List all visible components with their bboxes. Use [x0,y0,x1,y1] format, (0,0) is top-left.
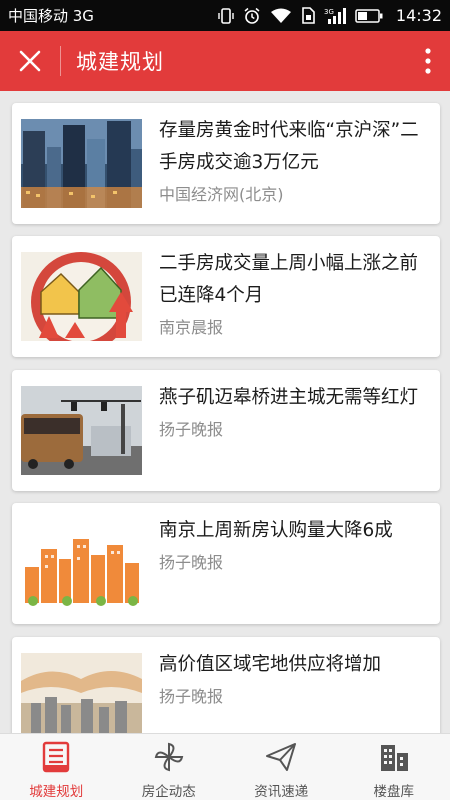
sim-icon [301,7,315,24]
article-thumbnail-house-arrows [21,252,142,341]
battery-icon [355,8,383,23]
document-list-icon [39,740,73,774]
wifi-icon [270,8,292,24]
article-card[interactable]: 高价值区域宅地供应将增加 扬子晚报 [12,637,440,733]
article-card[interactable]: 存量房黄金时代来临“京沪深”二手房成交逾3万亿元 中国经济网(北京) [12,103,440,224]
buildings-icon [377,740,411,774]
tab-label: 城建规划 [29,784,84,800]
article-thumbnail-orange-buildings [21,519,142,608]
article-thumbnail-city [21,119,142,208]
app-bar: 城建规划 [0,31,450,91]
page-title: 城建规划 [76,50,164,74]
article-thumbnail-traffic [21,386,142,475]
tab-label: 楼盘库 [373,784,415,800]
article-title: 存量房黄金时代来临“京沪深”二手房成交逾3万亿元 [159,120,419,173]
alarm-icon [243,7,261,25]
article-source: 扬子晚报 [159,553,224,572]
signal-3g-icon: 3G [324,7,346,25]
status-bar: 中国移动 3G 3G 14:32 [0,0,450,31]
more-button[interactable] [406,31,450,91]
paper-plane-icon [264,740,298,774]
bottom-nav: 城建规划 房企动态 资讯速递 楼盘库 [0,733,450,800]
tab-city-planning[interactable]: 城建规划 [0,734,113,800]
tab-developer-news[interactable]: 房企动态 [113,734,226,800]
more-vertical-icon [425,48,431,74]
article-card[interactable]: 燕子矶迈皋桥进主城无需等红灯 扬子晚报 [12,370,440,491]
tab-news-express[interactable]: 资讯速递 [225,734,338,800]
close-icon [19,50,41,72]
article-title: 二手房成交量上周小幅上涨之前已连降4个月 [159,253,419,306]
svg-text:3G: 3G [324,8,334,16]
article-source: 扬子晚报 [159,687,224,706]
article-title: 高价值区域宅地供应将增加 [159,654,382,675]
tab-label: 资讯速递 [254,784,309,800]
article-source: 扬子晚报 [159,420,224,439]
vibrate-icon [218,7,234,25]
tab-label: 房企动态 [141,784,196,800]
pinwheel-icon [152,740,186,774]
article-card[interactable]: 二手房成交量上周小幅上涨之前已连降4个月 南京晨报 [12,236,440,357]
app-bar-divider [60,46,61,76]
article-card[interactable]: 南京上周新房认购量大降6成 扬子晚报 [12,503,440,624]
article-thumbnail-hands-buildings [21,653,142,733]
article-source: 南京晨报 [159,318,224,337]
article-title: 燕子矶迈皋桥进主城无需等红灯 [159,387,419,408]
article-source: 中国经济网(北京) [159,185,284,204]
tab-property-library[interactable]: 楼盘库 [338,734,450,800]
close-button[interactable] [0,31,60,91]
carrier-label: 中国移动 3G [8,7,94,25]
status-icons: 3G 14:32 [218,6,442,25]
article-title: 南京上周新房认购量大降6成 [159,520,393,541]
clock-time: 14:32 [395,6,442,25]
article-list[interactable]: 存量房黄金时代来临“京沪深”二手房成交逾3万亿元 中国经济网(北京) 二手房成交… [0,91,450,733]
